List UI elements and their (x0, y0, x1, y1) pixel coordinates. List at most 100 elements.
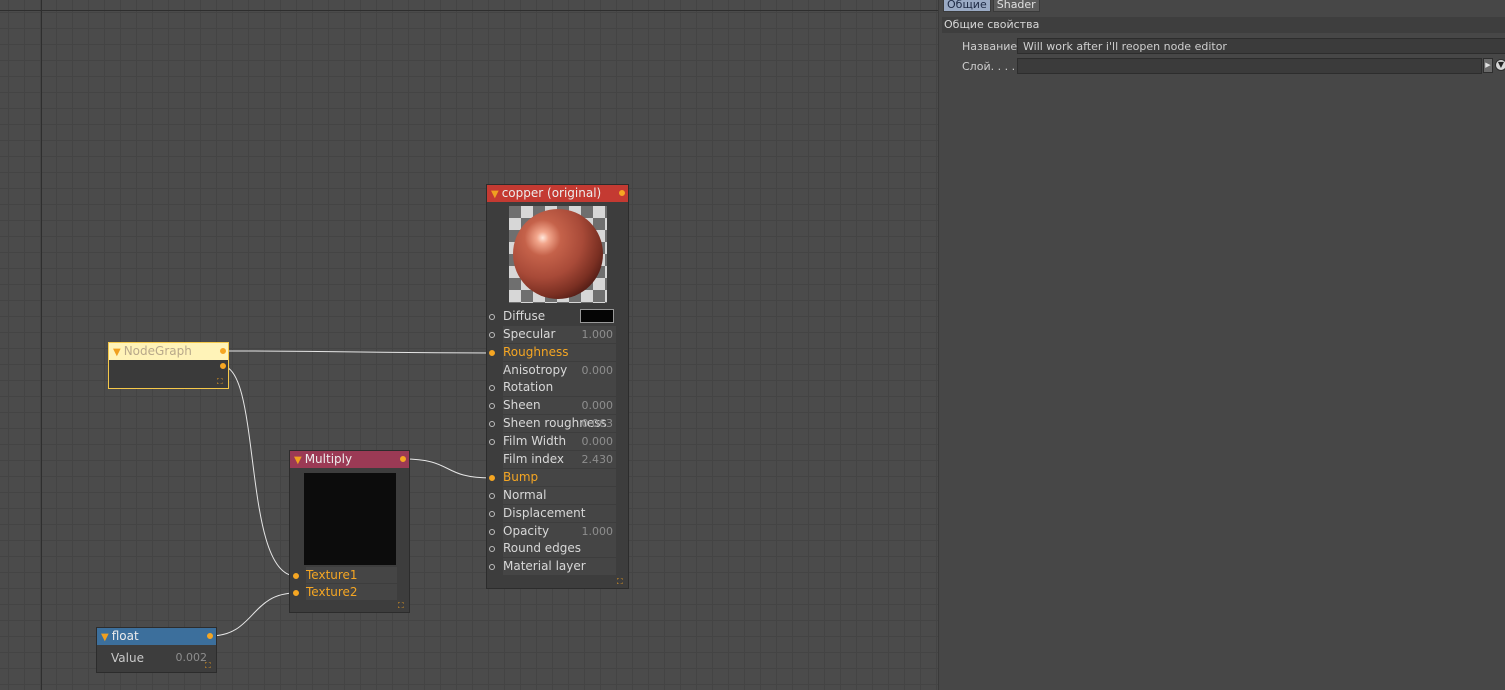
multiply-node[interactable]: ▼ Multiply Texture1 Texture2 ⛶ (289, 450, 410, 613)
param-opacity-label: Opacity (503, 524, 550, 538)
resize-grip-icon[interactable]: ⛶ (398, 602, 406, 610)
param-opacity[interactable]: Opacity 1.000 (503, 523, 616, 540)
round-edges-input-port[interactable] (489, 546, 495, 552)
section-title[interactable]: Общие свойства (942, 17, 1505, 33)
wire-multiply-bump (402, 458, 493, 479)
canvas-axis-vertical (41, 0, 42, 690)
name-field-label: Название (962, 40, 1018, 53)
param-film-width-value[interactable]: 0.000 (582, 433, 614, 450)
param-sheen-label: Sheen (503, 398, 541, 412)
param-sheen[interactable]: Sheen 0.000 (503, 397, 616, 414)
param-material-layer[interactable]: Material layer (503, 558, 616, 575)
collapse-triangle-icon[interactable]: ▼ (101, 629, 109, 646)
param-sheen-roughness[interactable]: Sheen roughness 0.063 (503, 415, 616, 432)
param-specular-value[interactable]: 1.000 (582, 326, 614, 343)
wire-float-texture2 (209, 592, 297, 637)
collapse-triangle-icon[interactable]: ▼ (294, 452, 302, 469)
rotation-input-port[interactable] (489, 385, 495, 391)
nodegraph-node-header[interactable]: ▼ NodeGraph (109, 343, 228, 360)
name-field[interactable]: Will work after i'll reopen node editor (1017, 38, 1505, 54)
tab-general[interactable]: Общие (943, 0, 991, 12)
param-film-index-value[interactable]: 2.430 (582, 451, 614, 468)
normal-input-port[interactable] (489, 493, 495, 499)
float-node-header[interactable]: ▼ float (97, 628, 216, 645)
copper-node-title: copper (original) (501, 186, 602, 200)
float-node[interactable]: ▼ float Value 0.002 ⛶ (96, 627, 217, 673)
param-bump[interactable]: Bump (503, 469, 616, 486)
param-normal-label: Normal (503, 488, 547, 502)
wire-nodegraph-roughness (221, 350, 493, 354)
opacity-input-port[interactable] (489, 529, 495, 535)
param-diffuse[interactable]: Diffuse (503, 308, 616, 325)
resize-grip-icon[interactable]: ⛶ (617, 578, 625, 586)
param-specular[interactable]: Specular 1.000 (503, 326, 616, 343)
multiply-node-header[interactable]: ▼ Multiply (290, 451, 409, 468)
bump-input-port[interactable] (489, 475, 495, 481)
param-anisotropy-value[interactable]: 0.000 (582, 362, 614, 379)
copper-material-node[interactable]: ▼ copper (original) Diffuse Specular 1.00… (486, 184, 629, 589)
param-rotation-label: Rotation (503, 380, 554, 394)
nodegraph-output-port-1[interactable] (220, 348, 226, 354)
param-roughness[interactable]: Roughness (503, 344, 616, 361)
displacement-input-port[interactable] (489, 511, 495, 517)
texture2-input-port[interactable] (293, 590, 299, 596)
wire-nodegraph-texture1 (221, 365, 297, 577)
input-texture1-label: Texture1 (306, 568, 358, 582)
sheen-roughness-input-port[interactable] (489, 421, 495, 427)
sheen-input-port[interactable] (489, 403, 495, 409)
param-value[interactable]: Value 0.002 (111, 650, 207, 666)
multiply-output-port[interactable] (400, 456, 406, 462)
material-layer-input-port[interactable] (489, 564, 495, 570)
param-normal[interactable]: Normal (503, 487, 616, 504)
param-sheen-roughness-value[interactable]: 0.063 (582, 415, 614, 432)
param-anisotropy[interactable]: Anisotropy 0.000 (503, 362, 616, 379)
float-output-port[interactable] (207, 633, 213, 639)
param-bump-label: Bump (503, 470, 539, 484)
collapse-triangle-icon[interactable]: ▼ (113, 344, 121, 361)
nodegraph-node-title: NodeGraph (123, 344, 192, 358)
diffuse-color-swatch[interactable] (580, 309, 614, 323)
param-diffuse-label: Diffuse (503, 309, 546, 323)
collapse-triangle-icon[interactable]: ▼ (491, 186, 499, 203)
param-film-index[interactable]: Film index 2.430 (503, 451, 616, 468)
float-node-title: float (111, 629, 139, 643)
param-material-layer-label: Material layer (503, 559, 586, 573)
param-displacement-label: Displacement (503, 506, 586, 520)
param-anisotropy-label: Anisotropy (503, 363, 568, 377)
copper-node-header[interactable]: ▼ copper (original) (487, 185, 628, 202)
diffuse-input-port[interactable] (489, 314, 495, 320)
param-film-width[interactable]: Film Width 0.000 (503, 433, 616, 450)
param-sheen-value[interactable]: 0.000 (582, 397, 614, 414)
node-editor-canvas[interactable]: ▼ copper (original) Diffuse Specular 1.00… (0, 0, 938, 690)
resize-grip-icon[interactable]: ⛶ (217, 378, 225, 386)
param-round-edges[interactable]: Round edges (503, 540, 616, 557)
film-width-input-port[interactable] (489, 439, 495, 445)
layer-field[interactable] (1017, 58, 1482, 74)
tab-shader[interactable]: Shader (992, 0, 1040, 12)
input-texture2-label: Texture2 (306, 585, 358, 599)
layer-menu-icon[interactable]: ▼ (1495, 59, 1505, 71)
layer-arrow-button[interactable]: ▶ (1483, 58, 1493, 73)
param-value-label: Value (111, 651, 144, 665)
input-texture2[interactable]: Texture2 (306, 584, 397, 600)
param-film-index-label: Film index (503, 452, 565, 466)
input-texture1[interactable]: Texture1 (306, 567, 397, 583)
multiply-preview-image (304, 473, 396, 565)
multiply-node-title: Multiply (304, 452, 353, 466)
param-rotation[interactable]: Rotation (503, 379, 616, 396)
specular-input-port[interactable] (489, 332, 495, 338)
nodegraph-output-port-2[interactable] (220, 363, 226, 369)
param-film-width-label: Film Width (503, 434, 567, 448)
texture1-input-port[interactable] (293, 573, 299, 579)
resize-grip-icon[interactable]: ⛶ (205, 662, 213, 670)
param-roughness-label: Roughness (503, 345, 569, 359)
layer-field-label: Слой. . . . (962, 60, 1016, 73)
param-value-number[interactable]: 0.002 (176, 650, 208, 666)
panel-tabs: Общие Shader (943, 0, 1040, 12)
param-opacity-value[interactable]: 1.000 (582, 523, 614, 540)
material-preview-image (509, 206, 607, 303)
nodegraph-node[interactable]: ▼ NodeGraph ⛶ (108, 342, 229, 389)
roughness-input-port[interactable] (489, 350, 495, 356)
copper-output-port[interactable] (619, 190, 625, 196)
param-displacement[interactable]: Displacement (503, 505, 616, 522)
